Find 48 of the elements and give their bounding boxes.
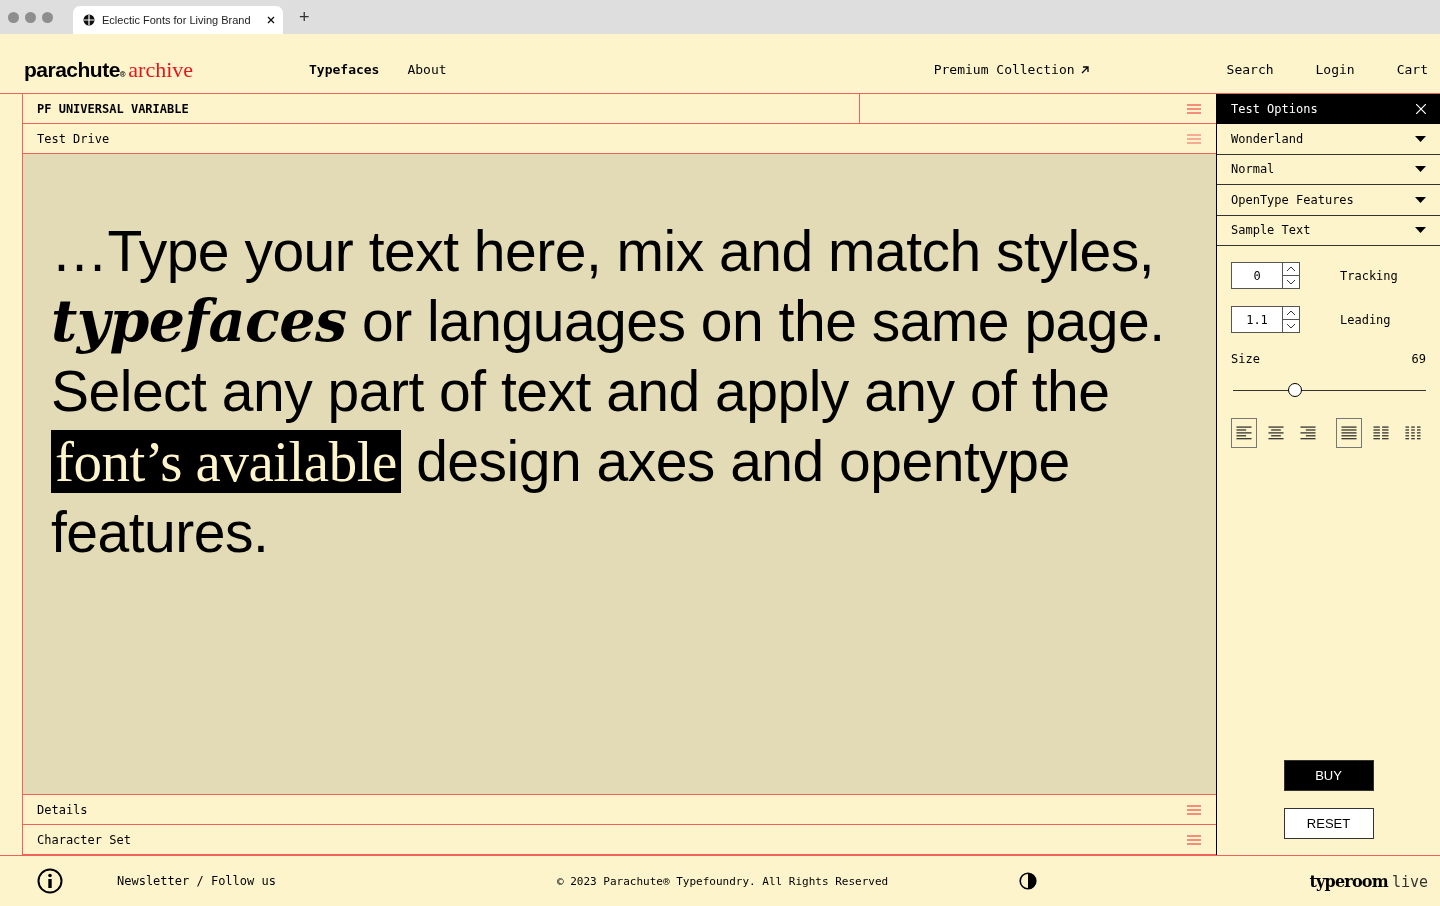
typeroom-logo[interactable]: typeroom live <box>1309 871 1428 891</box>
nav-link[interactable]: Search <box>1226 62 1274 77</box>
close-icon[interactable] <box>267 16 275 24</box>
dropdown[interactable]: OpenType Features <box>1217 185 1440 216</box>
columns-icon <box>1405 426 1421 440</box>
text-canvas[interactable]: …Type your text here, mix and match styles, typefaces or languages on the same page. Select any part of text and apply any of the font’s available design axes and opentype features. <box>23 154 1216 795</box>
dropdown[interactable]: Normal <box>1217 154 1440 185</box>
nav-link[interactable]: About <box>407 62 447 77</box>
font-title: PF UNIVERSAL VARIABLE <box>36 101 190 116</box>
caret-icon <box>1415 166 1426 173</box>
nav-link[interactable]: Cart <box>1396 62 1428 77</box>
new-tab-button[interactable]: + <box>293 6 310 28</box>
caret-icon <box>1415 196 1426 203</box>
field-label: Leading <box>1340 312 1391 327</box>
columns-icon <box>1341 426 1357 440</box>
nav-link[interactable]: Login <box>1315 62 1355 77</box>
text-align-icon <box>1236 426 1252 440</box>
slider-thumb[interactable] <box>1287 383 1302 397</box>
sample-text[interactable]: …Type your text here, mix and match styles, typefaces or languages on the same page. Select any part of text and apply any of the font’s available design axes and opentype features. <box>51 216 1186 567</box>
nav-link[interactable]: Typefaces <box>309 62 380 77</box>
section-title[interactable]: Character Set <box>23 832 1187 847</box>
number-input[interactable]: 1.1 <box>1231 306 1300 333</box>
options-title: Test Options <box>1231 102 1318 116</box>
size-value: 69 <box>1411 352 1426 366</box>
dropdown[interactable]: Sample Text <box>1217 215 1440 246</box>
align-left-button[interactable] <box>1231 418 1257 448</box>
field-label: Tracking <box>1340 268 1398 283</box>
reset-button[interactable]: RESET <box>1283 808 1374 839</box>
caret-icon <box>1415 227 1426 234</box>
buy-button[interactable]: BUY <box>1283 760 1374 791</box>
globe-icon <box>83 14 95 26</box>
footer-links[interactable]: Newsletter / Follow us <box>117 874 557 888</box>
columns-icon <box>1373 426 1389 440</box>
browser-tab[interactable]: Eclectic Fonts for Living Brand <box>73 6 283 34</box>
copyright-text: © 2023 Parachute® Typefoundry. All Rights Reserved <box>557 874 890 888</box>
section-title[interactable]: Details <box>23 802 1187 817</box>
size-label: Size <box>1231 352 1260 366</box>
number-input[interactable]: 0 <box>1231 262 1300 289</box>
info-icon[interactable] <box>37 868 63 894</box>
text-align-icon <box>1268 426 1284 440</box>
caret-icon <box>1415 135 1426 142</box>
section-title[interactable]: Test Drive <box>23 131 1187 146</box>
columns-button[interactable] <box>1336 418 1362 448</box>
dropdown[interactable]: Wonderland <box>1217 124 1440 155</box>
premium-link[interactable]: Premium Collection <box>933 62 1089 77</box>
contrast-icon[interactable] <box>1019 872 1037 890</box>
text-align-icon <box>1300 426 1316 440</box>
external-link-icon <box>1080 65 1089 74</box>
